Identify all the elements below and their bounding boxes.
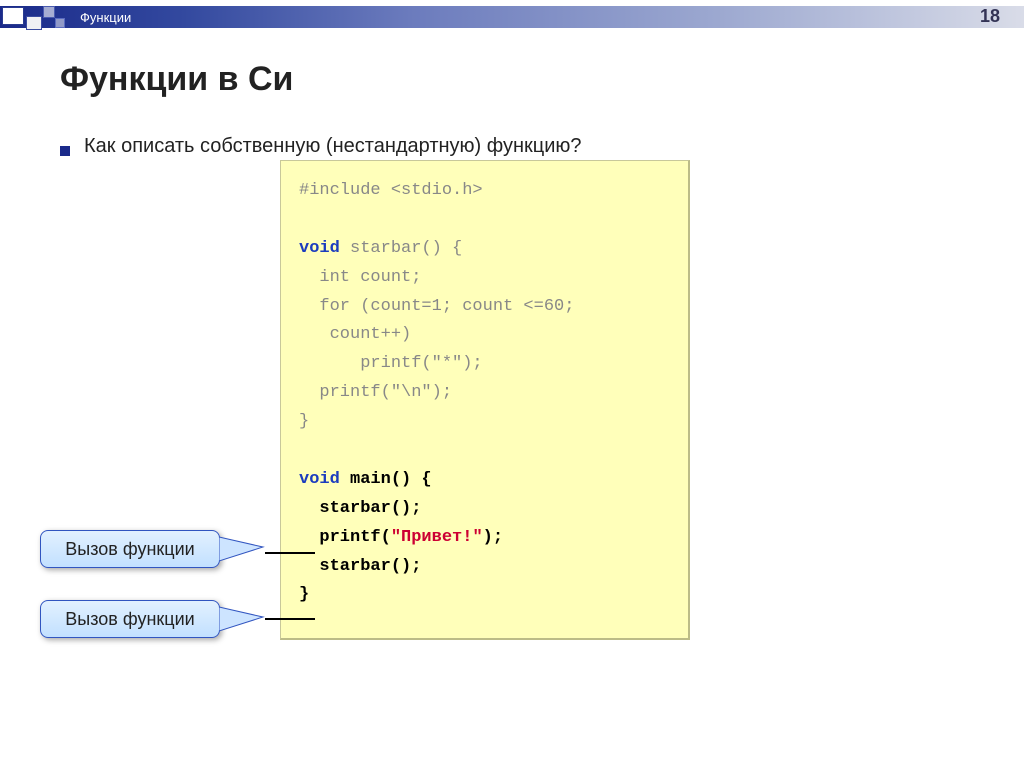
header-bar: Функции — [0, 6, 1024, 28]
callout-pointer-icon — [219, 535, 267, 563]
callout-call-1: Вызов функции — [40, 530, 220, 568]
bullet-item: Как описать собственную (нестандартную) … — [60, 135, 984, 158]
header-decor — [0, 6, 70, 28]
bullet-text: Как описать собственную (нестандартную) … — [84, 135, 582, 158]
code-line: int count; — [299, 264, 670, 293]
code-line: } — [299, 408, 670, 437]
page-number: 18 — [980, 6, 1000, 27]
callout-pointer-icon — [219, 605, 267, 633]
code-line-include: #include <stdio.h> — [299, 177, 670, 206]
code-line: printf("*"); — [299, 350, 670, 379]
callout-text: Вызов функции — [65, 609, 194, 630]
callout-text: Вызов функции — [65, 539, 194, 560]
bullet-square-icon — [60, 146, 70, 156]
connector-line — [265, 618, 315, 620]
code-line-call-2: starbar(); — [299, 553, 670, 582]
code-line-main-decl: void main() { — [299, 466, 670, 495]
code-line-printf: printf("Привет!"); — [299, 524, 670, 553]
code-line: } — [299, 581, 670, 610]
code-line: count++) — [299, 321, 670, 350]
code-line: printf("\n"); — [299, 379, 670, 408]
code-block: #include <stdio.h> void starbar() { int … — [280, 160, 690, 640]
code-line-call-1: starbar(); — [299, 495, 670, 524]
code-line: for (count=1; count <=60; — [299, 293, 670, 322]
code-line-starbar-decl: void starbar() { — [299, 235, 670, 264]
callout-call-2: Вызов функции — [40, 600, 220, 638]
page-title: Функции в Си — [60, 60, 984, 99]
breadcrumb: Функции — [80, 10, 131, 25]
connector-line — [265, 552, 315, 554]
